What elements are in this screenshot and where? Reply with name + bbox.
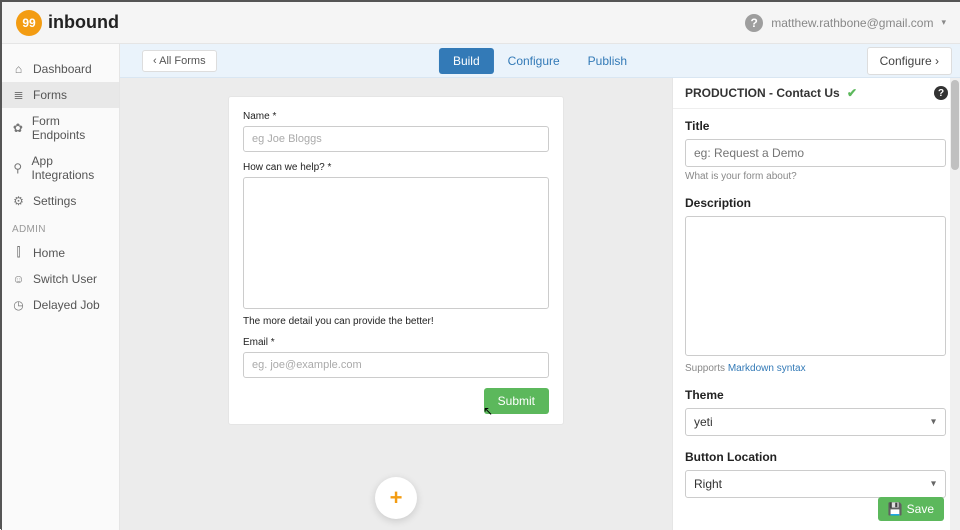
sidebar-item-settings[interactable]: ⚙ Settings: [2, 188, 119, 214]
sidebar-item-label: Home: [33, 246, 65, 260]
user-email[interactable]: matthew.rathbone@gmail.com: [771, 16, 933, 30]
brand-name: inbound: [48, 12, 119, 33]
admin-label: ADMIN: [2, 214, 119, 239]
inspector-title-text: PRODUCTION - Contact Us: [685, 86, 840, 100]
sidebar-item-admin-home[interactable]: ⫿ Home: [2, 239, 119, 266]
status-check-icon: ✔: [847, 86, 857, 100]
title-label: Title: [685, 119, 946, 133]
brand-logo: 99 inbound: [16, 10, 119, 36]
sidebar-item-label: Forms: [33, 88, 67, 102]
inspector-panel: PRODUCTION - Contact Us ✔ ? Title What i…: [672, 78, 960, 530]
sidebar-item-forms[interactable]: ≣ Forms: [2, 82, 119, 108]
button-location-select[interactable]: Right: [685, 470, 946, 498]
add-field-fab[interactable]: +: [375, 477, 417, 519]
tab-configure[interactable]: Configure: [494, 48, 574, 74]
field-label-text: Email: [243, 337, 268, 348]
title-hint: What is your form about?: [685, 171, 946, 182]
description-hint: Supports Markdown syntax: [685, 363, 946, 374]
home-icon: ⌂: [12, 62, 25, 76]
sidebar-item-label: Switch User: [33, 272, 97, 286]
canvas: Name * How can we help? * The more detai…: [120, 78, 672, 530]
sidebar: ⌂ Dashboard ≣ Forms ✿ Form Endpoints ⚲ App I…: [2, 44, 120, 530]
sidebar-item-form-endpoints[interactable]: ✿ Form Endpoints: [2, 108, 119, 148]
tab-build[interactable]: Build: [439, 48, 494, 74]
configure-button-label: Configure: [880, 54, 932, 68]
sidebar-item-label: Dashboard: [33, 62, 92, 76]
tab-publish[interactable]: Publish: [574, 48, 641, 74]
inspector-title: PRODUCTION - Contact Us ✔: [685, 86, 857, 100]
sidebar-item-delayed-job[interactable]: ◷ Delayed Job: [2, 292, 119, 318]
configure-button[interactable]: Configure ›: [867, 47, 952, 75]
email-label: Email *: [243, 337, 549, 348]
save-button[interactable]: 💾 Save: [878, 497, 944, 521]
scrollbar-thumb[interactable]: [951, 80, 959, 170]
name-input[interactable]: [243, 126, 549, 152]
email-input[interactable]: [243, 352, 549, 378]
all-forms-button[interactable]: ‹ All Forms: [142, 50, 217, 72]
clock-icon: ◷: [12, 298, 25, 312]
help-label: How can we help? *: [243, 162, 549, 173]
integrations-icon: ⚲: [12, 161, 24, 175]
all-forms-label: All Forms: [159, 55, 205, 67]
theme-label: Theme: [685, 388, 946, 402]
user-icon: ☺: [12, 272, 25, 286]
plus-icon: +: [390, 485, 403, 511]
scrollbar[interactable]: [950, 78, 960, 530]
field-label-text: How can we help?: [243, 162, 325, 173]
gear-icon: ⚙: [12, 194, 25, 208]
inspector-help-icon[interactable]: ?: [934, 86, 948, 100]
sidebar-item-dashboard[interactable]: ⌂ Dashboard: [2, 56, 119, 82]
chart-icon: ⫿: [12, 245, 25, 260]
sidebar-item-switch-user[interactable]: ☺ Switch User: [2, 266, 119, 292]
description-label: Description: [685, 196, 946, 210]
theme-select[interactable]: yeti: [685, 408, 946, 436]
sidebar-item-app-integrations[interactable]: ⚲ App Integrations: [2, 148, 119, 188]
sidebar-item-label: Form Endpoints: [32, 114, 109, 142]
help-textarea[interactable]: [243, 177, 549, 309]
submit-button[interactable]: Submit: [484, 388, 549, 414]
title-input[interactable]: [685, 139, 946, 167]
name-label: Name *: [243, 111, 549, 122]
save-label: Save: [907, 502, 934, 516]
button-location-label: Button Location: [685, 450, 946, 464]
sidebar-item-label: App Integrations: [32, 154, 109, 182]
brand-badge: 99: [16, 10, 42, 36]
list-icon: ≣: [12, 88, 25, 102]
help-hint: The more detail you can provide the bett…: [243, 316, 549, 327]
sidebar-item-label: Settings: [33, 194, 76, 208]
description-textarea[interactable]: [685, 216, 946, 356]
form-card: Name * How can we help? * The more detai…: [228, 96, 564, 425]
markdown-syntax-link[interactable]: Markdown syntax: [728, 363, 806, 374]
caret-down-icon[interactable]: ▾: [941, 17, 946, 28]
field-label-text: Name: [243, 111, 270, 122]
save-icon: 💾: [888, 502, 903, 516]
hint-prefix: Supports: [685, 363, 728, 374]
help-icon[interactable]: ?: [745, 14, 763, 32]
sidebar-item-label: Delayed Job: [33, 298, 100, 312]
endpoints-icon: ✿: [12, 121, 24, 135]
